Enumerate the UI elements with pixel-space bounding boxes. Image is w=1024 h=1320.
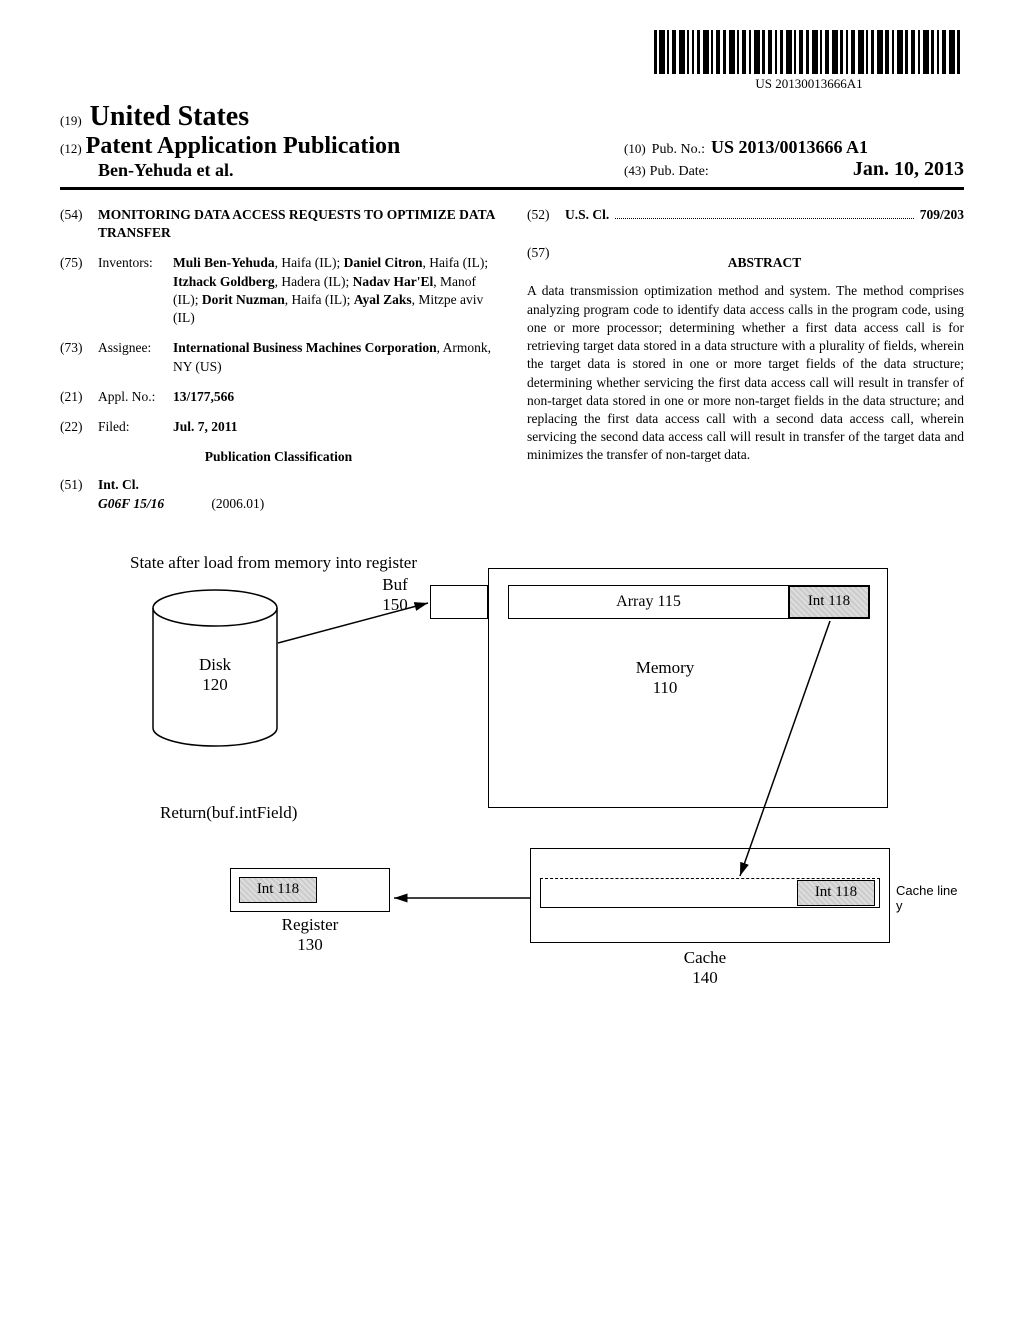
abstract-title: ABSTRACT [565,254,964,272]
barcode-svg [654,30,964,74]
cache-label: Cache 140 [655,948,755,988]
field-73: (73) Assignee: International Business Ma… [60,339,497,375]
field-52-label: U.S. Cl. [565,207,609,222]
int-cell-cache: Int 118 [797,880,875,906]
field-22-label: Filed: [98,418,173,436]
field-51-label: Int. Cl. [98,476,139,494]
left-column: (54) MONITORING DATA ACCESS REQUESTS TO … [60,206,497,513]
field-21: (21) Appl. No.: 13/177,566 [60,388,497,406]
right-column: (52) U.S. Cl. 709/203 (57) ABSTRACT A da… [527,206,964,513]
field-75-label: Inventors: [98,254,173,327]
field-52-val: 709/203 [920,207,964,222]
pub-date: Jan. 10, 2013 [853,158,964,181]
field-22-body: Jul. 7, 2011 [173,419,238,434]
country: United States [90,101,249,133]
cache-line-y-label: Cache line y [896,883,964,913]
pub-row: (12) Patent Application Publication Ben-… [60,133,964,181]
field-21-body: 13/177,566 [173,389,234,404]
pub-date-label: Pub. Date: [650,164,709,179]
field-73-code: (73) [60,339,98,375]
field-52-code: (52) [527,206,565,224]
disk-label: Disk 120 [150,655,280,695]
code-12: (12) [60,141,82,156]
int-cell-memory: Int 118 [789,586,869,618]
field-51-year: (2006.01) [211,496,264,511]
field-22-code: (22) [60,418,98,436]
barcode: US 20130013666A1 [654,30,964,92]
field-21-label: Appl. No.: [98,388,173,406]
field-75-body: Muli Ben-Yehuda, Haifa (IL); Daniel Citr… [173,254,497,327]
field-54: (54) MONITORING DATA ACCESS REQUESTS TO … [60,206,497,242]
memory-label: Memory 110 [615,658,715,698]
disk-shape: Disk 120 [150,593,280,743]
bibliographic-columns: (54) MONITORING DATA ACCESS REQUESTS TO … [60,206,964,513]
field-51: (51) Int. Cl. [60,476,497,494]
field-75: (75) Inventors: Muli Ben-Yehuda, Haifa (… [60,254,497,327]
buf-box [430,585,488,619]
field-57-code: (57) [527,244,565,282]
register-box: Int 118 [230,868,390,912]
field-75-code: (75) [60,254,98,327]
field-51-code: (51) [60,476,98,494]
barcode-text: US 20130013666A1 [654,76,964,92]
array-box: Array 115 Int 118 [508,585,870,619]
field-52: (52) U.S. Cl. 709/203 [527,206,964,224]
field-22: (22) Filed: Jul. 7, 2011 [60,418,497,436]
buf-label: Buf 150 [365,575,425,615]
field-73-body: International Business Machines Corporat… [173,339,497,375]
figure: State after load from memory into regist… [60,553,964,1113]
register-label: Register 130 [230,915,390,955]
int-cell-register: Int 118 [239,877,317,903]
abstract-text: A data transmission optimization method … [527,282,964,464]
field-51-class: G06F 15/16 [98,495,208,513]
code-19: (19) [60,113,82,129]
publication-classification-heading: Publication Classification [60,448,497,466]
field-51-value-row: G06F 15/16 (2006.01) [60,495,497,513]
code-10: (10) [624,141,646,157]
cache-line: Int 118 [540,878,880,908]
return-text: Return(buf.intField) [160,803,297,823]
field-54-code: (54) [60,206,98,242]
dots-leader [615,218,913,219]
barcode-region: US 20130013666A1 [60,30,964,93]
pub-title: Patent Application Publication [86,133,401,159]
pub-no-label: Pub. No.: [652,142,705,158]
field-21-code: (21) [60,388,98,406]
array-label: Array 115 [509,586,789,618]
divider [60,187,964,190]
field-73-label: Assignee: [98,339,173,375]
header-row: (19) United States [60,101,964,133]
code-43: (43) [624,163,646,178]
pub-no: US 2013/0013666 A1 [711,137,868,158]
field-54-title: MONITORING DATA ACCESS REQUESTS TO OPTIM… [98,206,497,242]
author-line: Ben-Yehuda et al. [60,160,400,181]
